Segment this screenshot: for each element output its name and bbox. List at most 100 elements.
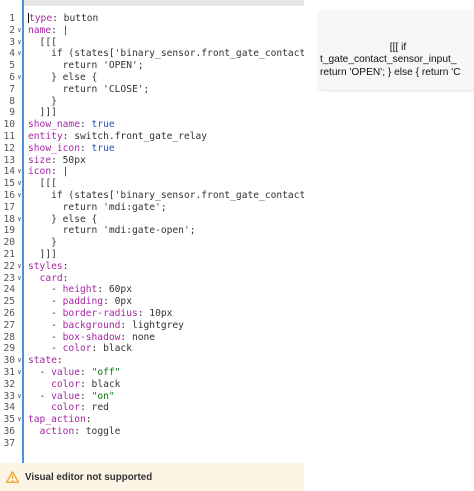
code-token: - — [28, 284, 63, 296]
line-number: 24 — [3, 284, 15, 296]
code-line[interactable]: 19 return 'mdi:gate-open'; — [0, 225, 304, 237]
fold-chevron-icon[interactable]: ∨ — [15, 178, 24, 190]
code-token: show_icon — [28, 142, 80, 154]
code-token: - — [28, 307, 63, 319]
line-number: 2 — [9, 24, 15, 36]
code-line[interactable]: 17 return 'mdi:gate'; — [0, 202, 304, 214]
fold-chevron-icon[interactable]: ∨ — [15, 72, 24, 84]
code-text: [[[ — [28, 37, 57, 49]
code-line[interactable]: 13 size: 50px — [0, 155, 304, 167]
code-text: ]]] — [28, 107, 57, 119]
code-line[interactable]: 8 } — [0, 96, 304, 108]
code-token: type — [29, 13, 53, 24]
line-number: 34 — [3, 402, 15, 414]
fold-chevron-icon[interactable]: ∨ — [15, 367, 24, 379]
fold-chevron-icon[interactable]: ∨ — [15, 37, 24, 49]
code-line[interactable]: 3 ∨ [[[ — [0, 37, 304, 49]
line-number: 14 — [3, 166, 15, 178]
code-token: : — [80, 366, 92, 378]
code-line[interactable]: 28 - box-shadow: none — [0, 332, 304, 344]
code-token: : red — [80, 402, 109, 414]
code-line[interactable]: 26 - border-radius: 10px — [0, 308, 304, 320]
code-line[interactable]: 5 return 'OPEN'; — [0, 60, 304, 72]
code-line[interactable]: 25 - padding: 0px — [0, 296, 304, 308]
code-line[interactable]: 21 ]]] — [0, 249, 304, 261]
code-line[interactable]: 7 return 'CLOSE'; — [0, 84, 304, 96]
fold-chevron-icon[interactable]: ∨ — [15, 166, 24, 178]
line-number: 32 — [3, 378, 15, 390]
code-text: } else { — [28, 214, 97, 226]
code-token: : 0px — [103, 296, 132, 308]
code-line[interactable]: 23 ∨ card: — [0, 273, 304, 285]
line-number: 21 — [3, 248, 15, 260]
code-line[interactable]: 33 ∨ - value: "on" — [0, 391, 304, 403]
fold-chevron-icon[interactable]: ∨ — [15, 261, 24, 273]
code-line[interactable]: 15 ∨ [[[ — [0, 178, 304, 190]
code-line[interactable]: 34 color: red — [0, 402, 304, 414]
code-line[interactable]: 31 ∨ - value: "off" — [0, 367, 304, 379]
code-token: - — [28, 296, 63, 308]
code-line[interactable]: 20 } — [0, 237, 304, 249]
code-line[interactable]: 35 ∨ tap_action: — [0, 414, 304, 426]
code-line[interactable]: 22 ∨ styles: — [0, 261, 304, 273]
button-card-preview[interactable]: [[[ if t_gate_contact_sensor_input_ retu… — [318, 10, 474, 90]
fold-chevron-icon[interactable]: ∨ — [15, 190, 24, 202]
code-line[interactable]: 4 ∨ if (states['binary_sensor.front_gate_… — [0, 48, 304, 60]
fold-chevron-icon[interactable]: ∨ — [15, 25, 24, 37]
code-line[interactable]: 32 color: black — [0, 379, 304, 391]
code-line[interactable]: 12 show_icon: true — [0, 143, 304, 155]
fold-chevron-icon[interactable]: ∨ — [15, 48, 24, 60]
card-name-line-2: t_gate_contact_sensor_input_ — [320, 54, 457, 65]
line-number: 35 — [3, 414, 15, 426]
yaml-code-editor[interactable]: 1 type: button 2 ∨ name: | 3 ∨ [[[4 ∨ if (state… — [0, 0, 304, 463]
fold-chevron-icon[interactable]: ∨ — [15, 355, 24, 367]
code-token: : black — [91, 343, 132, 355]
code-lines[interactable]: 1 type: button 2 ∨ name: | 3 ∨ [[[4 ∨ if (state… — [0, 13, 304, 449]
line-number: 4 — [9, 48, 15, 60]
code-text: styles: — [28, 261, 68, 273]
line-number: 36 — [3, 425, 15, 437]
line-number: 9 — [9, 107, 15, 119]
line-number: 20 — [3, 237, 15, 249]
code-token: icon — [28, 166, 52, 178]
code-text: action: toggle — [28, 426, 121, 438]
code-token: color — [62, 343, 92, 355]
line-number: 8 — [9, 95, 15, 107]
code-line[interactable]: 2 ∨ name: | — [0, 25, 304, 37]
code-text: - border-radius: 10px — [28, 308, 172, 320]
editor-scrollbar[interactable] — [24, 0, 304, 6]
code-line[interactable]: 29 - color: black — [0, 343, 304, 355]
code-token: } — [28, 95, 57, 107]
code-line[interactable]: 14 ∨ icon: | — [0, 166, 304, 178]
code-line[interactable]: 9 ]]] — [0, 107, 304, 119]
code-line[interactable]: 18 ∨ } else { — [0, 214, 304, 226]
code-text: } — [28, 96, 57, 108]
code-line[interactable]: 10 show_name: true — [0, 119, 304, 131]
fold-chevron-icon[interactable]: ∨ — [15, 391, 24, 403]
code-line[interactable]: 6 ∨ } else { — [0, 72, 304, 84]
code-line[interactable]: 1 type: button — [0, 13, 304, 25]
code-token: : none — [120, 331, 156, 343]
code-text: name: | — [28, 25, 68, 37]
line-number: 23 — [3, 272, 15, 284]
line-number: 16 — [3, 189, 15, 201]
code-line[interactable]: 11 entity: switch.front_gate_relay — [0, 131, 304, 143]
code-token: true — [91, 142, 115, 154]
card-name-line-3: return 'OPEN'; } else { return 'C — [320, 67, 461, 78]
fold-chevron-icon[interactable]: ∨ — [15, 414, 24, 426]
code-token: if (states['binary_sensor.front_gate_con… — [28, 48, 304, 60]
line-number: 6 — [9, 71, 15, 83]
code-line[interactable]: 37 — [0, 438, 304, 450]
code-token: : switch.front_gate_relay — [62, 130, 208, 142]
code-line[interactable]: 27 - background: lightgrey — [0, 320, 304, 332]
code-text: - color: black — [28, 343, 132, 355]
code-text: - box-shadow: none — [28, 332, 155, 344]
fold-chevron-icon[interactable]: ∨ — [15, 214, 24, 226]
code-token: : — [79, 119, 92, 131]
code-line[interactable]: 24 - height: 60px — [0, 284, 304, 296]
fold-chevron-icon[interactable]: ∨ — [15, 273, 24, 285]
code-line[interactable]: 30 ∨ state: — [0, 355, 304, 367]
visual-editor-warning: Visual editor not supported — [0, 463, 304, 491]
code-line[interactable]: 36 action: toggle — [0, 426, 304, 438]
code-line[interactable]: 16 ∨ if (states['binary_sensor.front_gate… — [0, 190, 304, 202]
